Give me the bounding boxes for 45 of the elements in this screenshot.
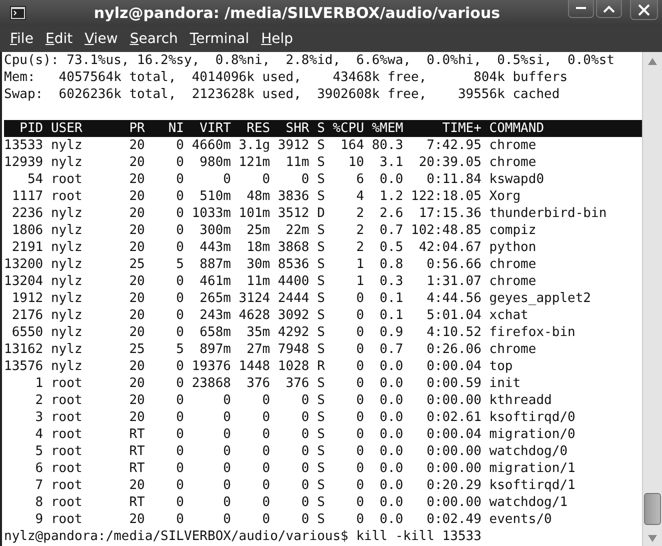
terminal-line: Cpu(s): 73.1%us, 16.2%sy, 0.8%ni, 2.8%id, 6.6%wa, 0.0%hi, 0.5%si, 0.0%st (4, 52, 616, 69)
terminal-icon (10, 6, 26, 20)
menu-item[interactable]: Help (255, 31, 300, 47)
scroll-up-icon[interactable] (648, 58, 657, 65)
menu-item[interactable]: File (4, 31, 40, 47)
menu-item[interactable]: Search (124, 31, 184, 47)
menu-item[interactable]: Edit (39, 31, 79, 47)
process-row-text: 5 root RT 0 0 0 0 S 0 0.0 0:00.00 watchdog/0 (34, 443, 569, 460)
process-row-text: 13162 nylz 25 5 897m 27m 7948 S 0 0.7 0:26.06 chrome (4, 341, 538, 358)
process-row-text: 7 root 20 0 0 0 0 S 0 0.0 0:20.29 ksoftirqd/1 (34, 477, 576, 494)
process-row-text: 12939 nylz 20 0 980m 121m 11m S 10 3.1 20:39.05 chrome (4, 154, 538, 171)
terminal-line: Swap: 6026236k total, 2123628k used, 3902608k free, 39556k cached (4, 86, 561, 103)
process-row-text: 13533 nylz 20 0 4660m 3.1g 3912 S 164 80.3 7:42.95 chrome (4, 137, 538, 154)
process-row-text: 1 root 20 0 23868 376 376 S 0 0.0 0:00.59 init (34, 375, 522, 392)
process-row-text: 2236 nylz 20 0 1033m 101m 3512 D 2 2.6 17:15.36 thunderbird-bin (10, 205, 608, 222)
menu-item[interactable]: View (78, 31, 124, 47)
process-row-text: 1117 root 20 0 510m 48m 3836 S 4 1.2 122:18.05 Xorg (10, 188, 522, 205)
process-row-text: 6 root RT 0 0 0 0 S 0 0.0 0:00.00 migration/1 (34, 460, 576, 477)
process-row-text: 6550 nylz 20 0 658m 35m 4292 S 0 0.9 4:10.52 firefox-bin (10, 324, 576, 341)
process-row-text: 13200 nylz 25 5 887m 30m 8536 S 1 0.8 0:56.66 chrome (4, 256, 538, 273)
menu-item[interactable]: Terminal (184, 31, 256, 47)
process-row-text: 2176 nylz 20 0 243m 4628 3092 S 0 0.1 5:01.04 xchat (10, 307, 530, 324)
close-icon (638, 4, 650, 16)
process-row-text: 13576 nylz 20 0 19376 1448 1028 R 0 0.0 0:00.04 top (4, 358, 514, 375)
scroll-down-icon[interactable] (648, 535, 657, 542)
scrollbar[interactable] (642, 52, 662, 546)
process-row-text: 13204 nylz 20 0 461m 11m 4400 S 1 0.3 1:31.07 chrome (4, 273, 538, 290)
process-row-text: 8 root RT 0 0 0 0 S 0 0.0 0:00.00 watchdog/1 (34, 494, 569, 511)
process-row-text: 54 root 20 0 0 0 0 S 6 0.0 0:11.84 kswapd0 (26, 171, 546, 188)
scroll-thumb[interactable] (644, 493, 661, 525)
column-header: PID USER PR NI VIRT RES SHR S %CPU %MEM TIME+ COMMAND (4, 120, 642, 137)
process-row-text: 1806 nylz 20 0 300m 25m 22m S 2 0.7 102:48.85 compiz (10, 222, 538, 239)
process-row-text: 2 root 20 0 0 0 0 S 0 0.0 0:00.00 kthreadd (34, 392, 553, 409)
maximize-button[interactable] (596, 0, 622, 18)
command-prompt: nylz@pandora:/media/SILVERBOX/audio/various$ kill -kill 13533 (4, 528, 482, 545)
caret-up-icon (603, 4, 615, 14)
process-row-text: 1912 nylz 20 0 265m 3124 2444 S 0 0.1 4:44.56 geyes_applet2 (10, 290, 592, 307)
terminal-line: Mem: 4057564k total, 4014096k used, 43468k free, 804k buffers (4, 69, 569, 86)
window-title: nylz@pandora: /media/SILVERBOX/audio/various (92, 4, 502, 22)
process-row-text: 9 root 20 0 0 0 0 S 0 0.0 0:02.49 events/0 (34, 511, 553, 528)
minimize-button[interactable] (568, 0, 594, 18)
process-row-text: 3 root 20 0 0 0 0 S 0 0.0 0:02.61 ksoftirqd/0 (34, 409, 576, 426)
process-row-text: 4 root RT 0 0 0 0 S 0 0.0 0:00.04 migration/0 (34, 426, 576, 443)
close-button[interactable] (630, 0, 658, 20)
process-row-text: 2191 nylz 20 0 443m 18m 3868 S 2 0.5 42:04.67 python (10, 239, 538, 256)
